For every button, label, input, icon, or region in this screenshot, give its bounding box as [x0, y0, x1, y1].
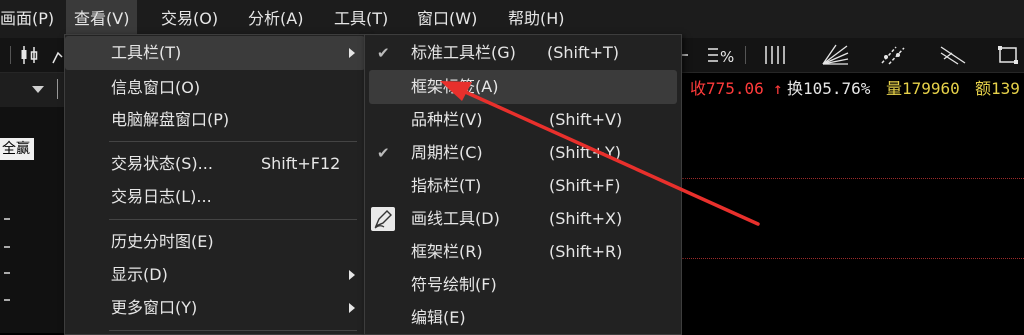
rectangle-tool-icon[interactable] [996, 43, 1020, 67]
menu-item-label: 信息窗口(O) [111, 78, 201, 97]
menu-item-label: 编辑(E) [411, 308, 466, 327]
divider [57, 79, 64, 99]
volume: 量179960 [886, 79, 960, 98]
tick-mark [4, 218, 10, 220]
pen-icon [371, 207, 395, 231]
menu-item-label: 框架标签(A) [411, 77, 499, 96]
menu-item-label: 显示(D) [111, 265, 168, 284]
menu-help[interactable]: 帮助(H) [500, 0, 573, 38]
toolbar-separator [10, 46, 11, 64]
menu-item-period-bar[interactable]: ✔ 周期栏(C) (Shift+Y) [365, 136, 681, 170]
menu-item-shortcut: (Shift+F) [549, 176, 621, 195]
caret-down-icon[interactable] [32, 86, 44, 94]
menu-item-label: 框架栏(R) [411, 242, 483, 261]
fibonacci-percent-icon[interactable]: % [706, 43, 736, 67]
menu-item-indicator-bar[interactable]: 指标栏(T) (Shift+F) [365, 169, 681, 203]
menu-item-shortcut: (Shift+T) [547, 43, 620, 62]
menu-item-label: 指标栏(T) [411, 176, 482, 195]
menu-picture[interactable]: 画面(P) [0, 0, 62, 38]
checkmark-icon: ✔ [377, 44, 390, 62]
menu-item-analysis-window[interactable]: 电脑解盘窗口(P) [65, 103, 365, 137]
tick-mark [4, 272, 10, 274]
close-price: 收775.06 [690, 79, 764, 98]
menu-item-label: 符号绘制(F) [411, 275, 497, 294]
toolbar-separator [745, 46, 746, 64]
menu-item-frame-tabs[interactable]: 框架标签(A) [369, 70, 677, 104]
menu-item-label: 标准工具栏(G) [411, 43, 516, 62]
submenu-arrow-icon [349, 270, 355, 280]
menu-item-shortcut: (Shift+V) [549, 110, 623, 129]
tick-mark [4, 299, 10, 301]
menu-item-label: 交易状态(S)... [111, 154, 213, 173]
parallel-channel-icon[interactable] [878, 43, 908, 67]
menu-item-symbol-bar[interactable]: 品种栏(V) (Shift+V) [365, 103, 681, 137]
menu-item-label: 历史分时图(E) [111, 232, 214, 251]
toolbar-submenu: ✔ 标准工具栏(G) (Shift+T) 框架标签(A) 品种栏(V) (Shi… [364, 34, 682, 335]
menu-item-drawing-tools[interactable]: 画线工具(D) (Shift+X) [365, 202, 681, 236]
menu-item-edit[interactable]: 编辑(E) [365, 301, 681, 335]
secondary-bar [0, 73, 64, 107]
menu-separator [109, 219, 357, 220]
menu-item-symbol-drawing[interactable]: 符号绘制(F) [365, 268, 681, 302]
menu-separator [109, 141, 357, 142]
menu-item-shortcut: (Shift+R) [549, 242, 623, 261]
view-menu: 工具栏(T) 信息窗口(O) 电脑解盘窗口(P) 交易状态(S)... Shif… [64, 34, 366, 335]
menu-item-more-windows[interactable]: 更多窗口(Y) [65, 291, 365, 325]
menu-item-label: 更多窗口(Y) [111, 298, 198, 317]
menu-separator [109, 330, 357, 331]
menu-item-label: 工具栏(T) [111, 43, 182, 62]
vertical-lines-icon[interactable] [762, 43, 790, 67]
menu-item-shortcut: Shift+F12 [261, 154, 341, 173]
menu-analysis[interactable]: 分析(A) [240, 0, 311, 38]
menu-item-frame-bar[interactable]: 框架栏(R) (Shift+R) [365, 235, 681, 269]
menu-view[interactable]: 查看(V) [66, 0, 138, 38]
menu-window[interactable]: 窗口(W) [409, 0, 485, 38]
submenu-arrow-icon [349, 48, 355, 58]
menu-item-info-window[interactable]: 信息窗口(O) [65, 71, 365, 105]
menu-item-label: 周期栏(C) [411, 143, 483, 162]
dash-icon[interactable] [680, 43, 704, 67]
menu-item-standard-toolbar[interactable]: ✔ 标准工具栏(G) (Shift+T) [365, 36, 681, 70]
menu-item-label: 电脑解盘窗口(P) [111, 110, 230, 129]
price-reference-line [682, 178, 1024, 179]
checkmark-icon: ✔ [377, 144, 390, 162]
speed-lines-icon[interactable] [938, 43, 968, 67]
menu-item-trade-log[interactable]: 交易日志(L)... [65, 180, 365, 214]
menu-item-display[interactable]: 显示(D) [65, 258, 365, 292]
menu-item-shortcut: (Shift+Y) [549, 143, 622, 162]
menu-trade[interactable]: 交易(O) [153, 0, 226, 38]
svg-text:%: % [720, 48, 734, 66]
menu-item-history-chart[interactable]: 历史分时图(E) [65, 225, 365, 259]
menu-item-shortcut: (Shift+X) [549, 209, 623, 228]
menu-item-trade-status[interactable]: 交易状态(S)... Shift+F12 [65, 147, 365, 181]
submenu-arrow-icon [349, 303, 355, 313]
candlestick-icon[interactable] [18, 43, 42, 67]
tick-mark [4, 246, 10, 248]
menu-item-toolbar[interactable]: 工具栏(T) [65, 36, 365, 70]
menu-item-label: 画线工具(D) [411, 209, 500, 228]
up-arrow-icon: ↑ [773, 79, 783, 98]
menu-item-label: 品种栏(V) [411, 110, 483, 129]
menu-item-label: 交易日志(L)... [111, 187, 212, 206]
status-badge: 全赢 [0, 138, 34, 160]
amount: 额139 [975, 79, 1020, 98]
turnover-rate: 换105.76% [787, 79, 871, 98]
left-panel [0, 73, 64, 333]
menu-tools[interactable]: 工具(T) [326, 0, 396, 38]
gann-fan-icon[interactable] [820, 43, 850, 67]
price-reference-line [682, 258, 1024, 259]
